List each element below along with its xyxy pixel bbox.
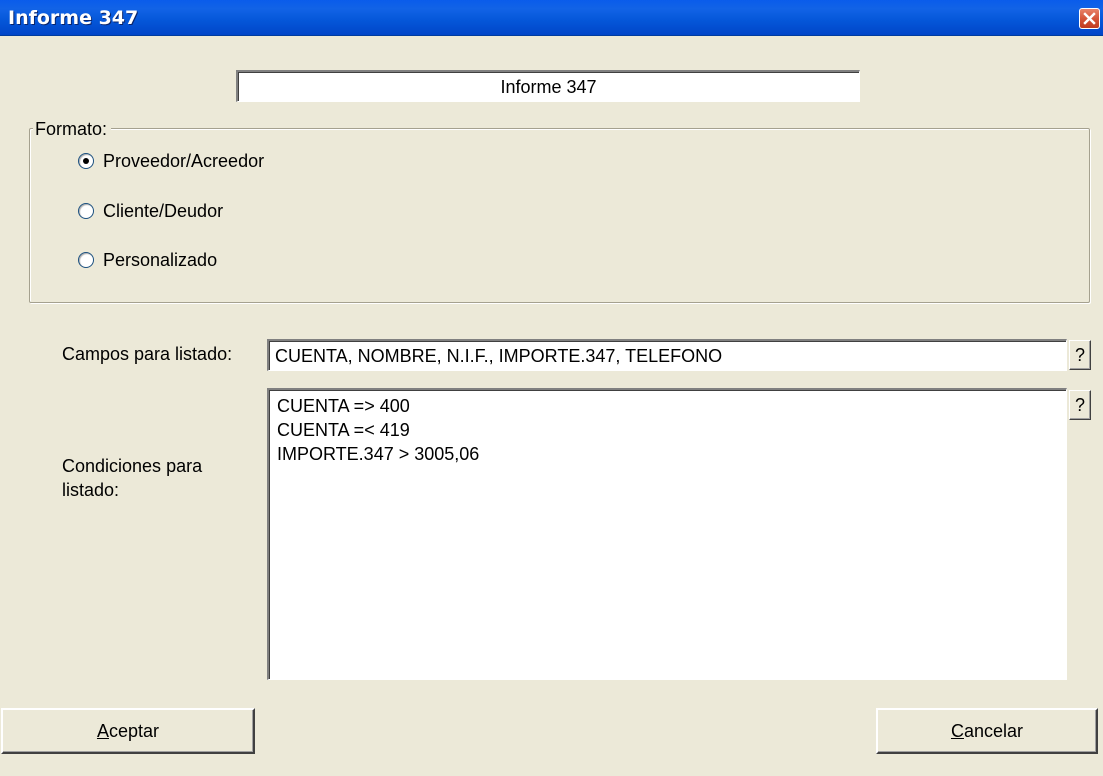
fields-label: Campos para listado: (62, 344, 233, 364)
radio-personalizado[interactable]: Personalizado (78, 247, 217, 273)
radio-button-checked[interactable] (78, 153, 94, 169)
conditions-label-line2: listado: (62, 480, 120, 500)
report-name-field[interactable]: Informe 347 (236, 70, 860, 102)
accept-label: ceptar (108, 721, 160, 741)
format-legend: Formato: (33, 119, 112, 140)
radio-label: Personalizado (103, 249, 218, 270)
title-bar[interactable]: Informe 347 (0, 0, 1103, 36)
radio-button[interactable] (78, 252, 94, 268)
radio-label: Cliente/Deudor (103, 200, 224, 221)
close-button[interactable] (1079, 8, 1100, 29)
cancel-label: ancelar (963, 721, 1024, 741)
fields-help-button[interactable]: ? (1069, 340, 1091, 370)
radio-label: Proveedor/Acreedor (103, 150, 265, 171)
radio-button[interactable] (78, 203, 94, 219)
radio-cliente-deudor[interactable]: Cliente/Deudor (78, 198, 223, 224)
conditions-label-line1: Condiciones para (62, 456, 203, 476)
condition-line: IMPORTE.347 > 3005,06 (277, 444, 480, 464)
conditions-textarea[interactable]: CUENTA => 400 CUENTA =< 419 IMPORTE.347 … (267, 388, 1067, 680)
accept-button[interactable]: Aceptar (1, 708, 255, 754)
cancel-mnemonic: C (950, 721, 964, 741)
close-icon (1083, 12, 1096, 25)
conditions-help-button[interactable]: ? (1069, 390, 1091, 420)
condition-line: CUENTA =< 419 (277, 420, 410, 440)
condition-line: CUENTA => 400 (277, 396, 410, 416)
radio-proveedor-acreedor[interactable]: Proveedor/Acreedor (78, 148, 264, 174)
accept-mnemonic: A (96, 721, 109, 741)
cancel-button[interactable]: Cancelar (876, 708, 1098, 754)
window-title: Informe 347 (8, 7, 139, 29)
fields-input[interactable]: CUENTA, NOMBRE, N.I.F., IMPORTE.347, TEL… (267, 339, 1067, 371)
